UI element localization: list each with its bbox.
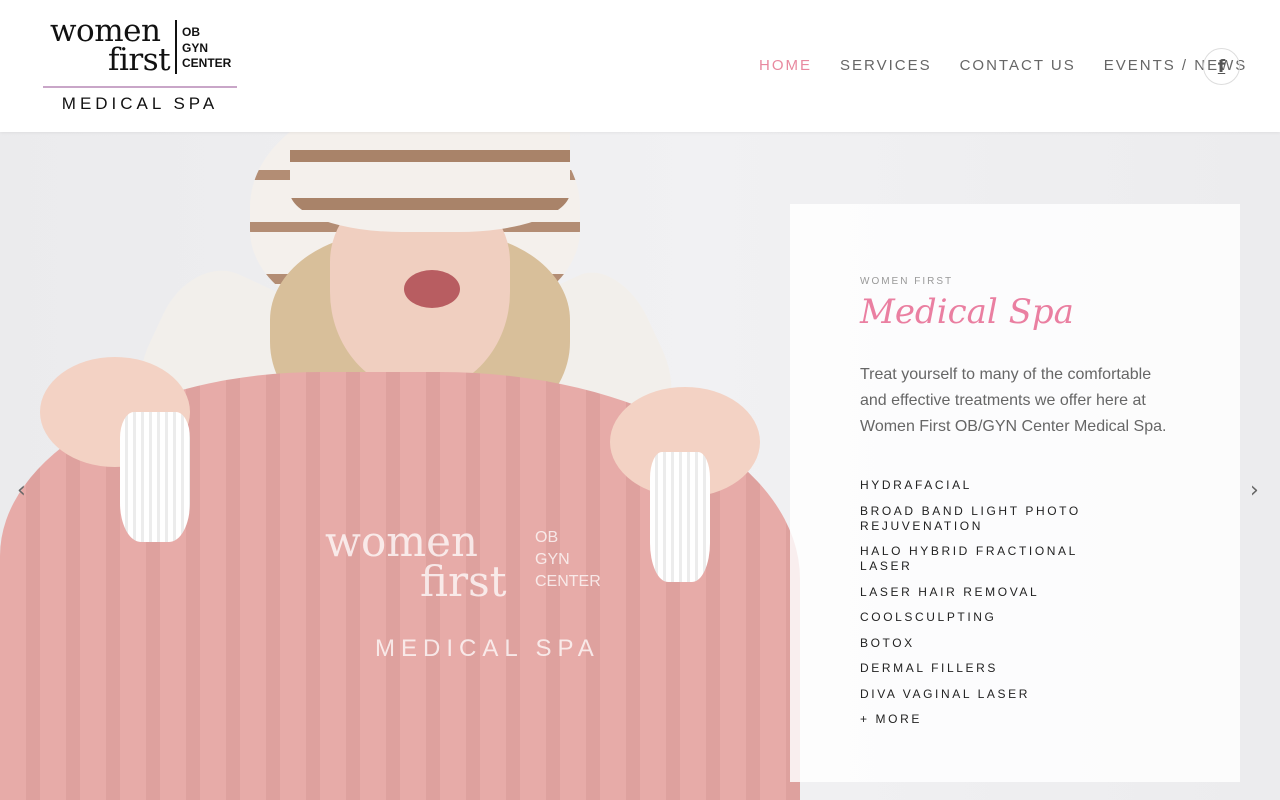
service-coolsculpting[interactable]: COOLSCULPTING bbox=[860, 610, 1130, 625]
service-bbl-photo-rejuvenation[interactable]: BROAD BAND LIGHT PHOTO REJUVENATION bbox=[860, 504, 1130, 534]
slider-prev-arrow-icon[interactable]: ‹ bbox=[17, 480, 26, 502]
site-header: women first OB GYN CENTER MEDICAL SPA HO… bbox=[0, 0, 1280, 132]
site-logo[interactable]: women first OB GYN CENTER MEDICAL SPA bbox=[42, 16, 238, 116]
logo-word-first: first bbox=[108, 42, 171, 78]
logo-gyn: GYN bbox=[182, 41, 209, 55]
facebook-icon[interactable]: f bbox=[1203, 48, 1240, 85]
more-services-link[interactable]: + MORE bbox=[860, 712, 1130, 727]
card-description: Treat yourself to many of the comfortabl… bbox=[860, 366, 1167, 435]
service-list: HYDRAFACIAL BROAD BAND LIGHT PHOTO REJUV… bbox=[860, 478, 1130, 738]
service-diva-vaginal-laser[interactable]: DIVA VAGINAL LASER bbox=[860, 687, 1130, 702]
medical-spa-card: WOMEN FIRST Medical Spa Treat yourself t… bbox=[790, 204, 1240, 782]
service-halo-laser[interactable]: HALO HYBRID FRACTIONAL LASER bbox=[860, 544, 1130, 574]
logo-rule bbox=[43, 86, 237, 88]
card-eyebrow: WOMEN FIRST bbox=[860, 276, 954, 287]
service-laser-hair-removal[interactable]: LASER HAIR REMOVAL bbox=[860, 585, 1130, 600]
logo-tagline: MEDICAL SPA bbox=[61, 94, 219, 113]
main-nav: HOME SERVICES CONTACT US EVENTS / NEWS bbox=[759, 56, 1275, 76]
slider-next-arrow-icon[interactable]: › bbox=[1250, 480, 1259, 502]
service-hydrafacial[interactable]: HYDRAFACIAL bbox=[860, 478, 1130, 493]
logo-center: CENTER bbox=[182, 56, 232, 70]
logo-ob: OB bbox=[182, 25, 200, 39]
service-dermal-fillers[interactable]: DERMAL FILLERS bbox=[860, 661, 1130, 676]
hero-slider: women first OB GYN CENTER MEDICAL SPA ‹ › … bbox=[0, 132, 1280, 800]
sweater-logo: women first OB GYN CENTER MEDICAL SPA bbox=[325, 517, 601, 662]
card-title: Medical Spa bbox=[860, 292, 1074, 332]
nav-services[interactable]: SERVICES bbox=[840, 56, 932, 76]
logo-divider bbox=[175, 20, 177, 74]
nav-contact-us[interactable]: CONTACT US bbox=[960, 56, 1076, 76]
service-botox[interactable]: BOTOX bbox=[860, 636, 1130, 651]
hero-photo: women first OB GYN CENTER MEDICAL SPA bbox=[0, 132, 800, 800]
nav-home[interactable]: HOME bbox=[759, 56, 812, 76]
